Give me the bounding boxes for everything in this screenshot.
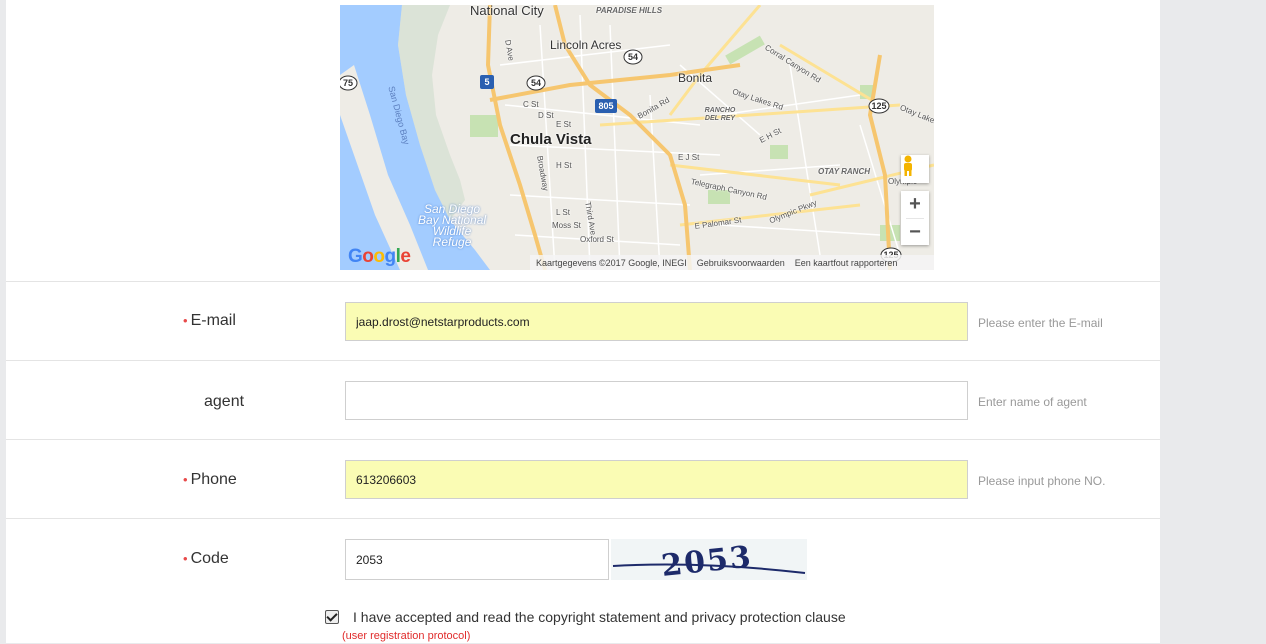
agreement-line: I have accepted and read the copyright s…: [325, 609, 846, 625]
code-row: [6, 518, 1160, 644]
code-input[interactable]: [345, 539, 609, 580]
map-attribution-bar: Kaartgegevens ©2017 Google, INEGI Gebrui…: [530, 255, 934, 270]
email-label: • E-mail: [183, 312, 236, 329]
agent-hint: Enter name of agent: [978, 395, 1087, 409]
agent-input[interactable]: [345, 381, 968, 420]
code-label: • Code: [183, 550, 229, 567]
location-map[interactable]: 5 805 54 54 125 125 75 National City PAR…: [340, 5, 934, 270]
phone-label: • Phone: [183, 471, 237, 488]
map-label-e-j-st: E J St: [678, 153, 700, 162]
sr54-shield-2: 54: [628, 52, 638, 62]
captcha-image[interactable]: 2053: [611, 539, 807, 584]
user-registration-protocol-link[interactable]: (user registration protocol): [342, 630, 470, 642]
zoom-out-button[interactable]: −: [901, 219, 929, 246]
agent-label: agent: [204, 393, 245, 410]
sr75-shield: 75: [343, 78, 353, 88]
phone-hint: Please input phone NO.: [978, 474, 1106, 488]
map-label-l-st: L St: [556, 208, 570, 217]
map-label-bonita: Bonita: [678, 71, 713, 85]
agreement-text: I have accepted and read the copyright s…: [353, 609, 846, 625]
map-label-h-st: H St: [556, 161, 572, 170]
map-label-chula-vista: Chula Vista: [510, 131, 592, 148]
street-view-pegman-icon[interactable]: [901, 155, 929, 183]
map-label-rancho-del-rey: RANCHO DEL REY: [704, 107, 736, 122]
map-label-c-st: C St: [523, 100, 539, 109]
i805-shield: 805: [598, 101, 613, 111]
map-label-moss-st: Moss St: [552, 221, 581, 230]
map-label-national-city: National City: [470, 5, 544, 18]
required-mark: •: [183, 313, 188, 328]
map-terms-link[interactable]: Gebruiksvoorwaarden: [697, 258, 785, 268]
map-label-wildlife-refuge: San Diego Bay National Wildlife Refuge: [418, 202, 487, 249]
zoom-in-button[interactable]: +: [901, 191, 929, 218]
sr54-shield: 54: [531, 78, 541, 88]
map-label-lincoln-acres: Lincoln Acres: [550, 38, 622, 52]
map-label-d-st: D St: [538, 111, 554, 120]
i5-shield: 5: [484, 77, 489, 87]
captcha-text: 2053: [660, 540, 755, 580]
map-label-paradise-hills: PARADISE HILLS: [596, 6, 663, 15]
google-logo[interactable]: Google: [348, 246, 411, 268]
agreement-checkbox[interactable]: [325, 610, 339, 624]
email-input[interactable]: [345, 302, 968, 341]
map-label-otay-ranch: OTAY RANCH: [818, 167, 870, 176]
map-label-oxford-st: Oxford St: [580, 235, 614, 244]
map-data-attribution: Kaartgegevens ©2017 Google, INEGI: [536, 257, 687, 268]
sr125-shield: 125: [871, 101, 886, 111]
phone-input[interactable]: [345, 460, 968, 499]
map-report-error-link[interactable]: Een kaartfout rapporteren: [795, 258, 898, 268]
email-hint: Please enter the E-mail: [978, 316, 1103, 330]
map-label-e-st: E St: [556, 120, 572, 129]
map-zoom-control: + −: [901, 191, 929, 245]
